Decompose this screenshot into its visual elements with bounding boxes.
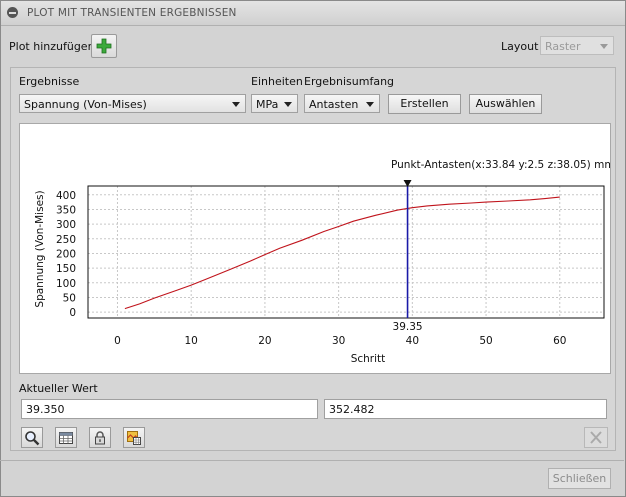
plus-icon xyxy=(96,38,112,54)
close-button[interactable]: Schließen xyxy=(548,468,611,489)
results-value: Spannung (Von-Mises) xyxy=(24,98,147,111)
stress-over-step-chart[interactable]: 39.35 0 10 20 30 40 50 60 0 50 100 150 200 250 300 35… xyxy=(20,124,615,373)
y-tick-label: 100 xyxy=(56,278,76,290)
y-tick-label: 200 xyxy=(56,248,76,260)
chart-area[interactable]: 39.35 0 10 20 30 40 50 60 0 50 100 150 200 250 300 35… xyxy=(19,123,615,374)
current-y-value: 352.482 xyxy=(329,403,375,416)
export-image-icon xyxy=(127,431,141,445)
plot-frame xyxy=(87,185,605,319)
dialog-title: PLOT MIT TRANSIENTEN ERGEBNISSEN xyxy=(27,7,237,19)
current-x-field[interactable]: 39.350 xyxy=(21,399,318,419)
chevron-down-icon xyxy=(600,44,608,49)
collapse-icon[interactable] xyxy=(7,7,18,18)
export-button[interactable] xyxy=(123,427,145,448)
scope-select[interactable]: Antasten xyxy=(304,94,380,113)
x-tick-label: 40 xyxy=(406,335,419,347)
footer-separator xyxy=(0,460,624,461)
magnifier-icon xyxy=(25,431,40,446)
current-value-label: Aktueller Wert xyxy=(19,382,98,395)
table-button[interactable] xyxy=(55,427,77,448)
x-tick-label: 50 xyxy=(479,335,492,347)
y-tick-label: 50 xyxy=(63,292,76,304)
add-plot-button[interactable] xyxy=(91,34,117,58)
units-label: Einheiten xyxy=(251,75,303,88)
scope-value: Antasten xyxy=(309,98,359,111)
results-select[interactable]: Spannung (Von-Mises) xyxy=(19,94,246,113)
lock-icon xyxy=(95,431,105,445)
y-tick-label: 0 xyxy=(69,307,76,319)
units-value: MPa xyxy=(256,98,279,111)
chevron-down-icon xyxy=(366,102,374,107)
create-button[interactable]: Erstellen xyxy=(388,94,461,114)
probe-annotation: Punkt-Antasten(x:33.84 y:2.5 z:38.05) mm xyxy=(391,159,610,171)
zoom-button[interactable] xyxy=(21,427,43,448)
scope-label: Ergebnisumfang xyxy=(304,75,395,88)
remove-plot-button[interactable] xyxy=(584,427,608,448)
table-icon xyxy=(59,432,73,444)
y-tick-label: 150 xyxy=(56,263,76,275)
layout-value: Raster xyxy=(545,40,581,53)
layout-select[interactable]: Raster xyxy=(540,36,614,55)
close-icon xyxy=(590,431,602,444)
current-y-field[interactable]: 352.482 xyxy=(324,399,607,419)
units-select[interactable]: MPa xyxy=(251,94,298,113)
chevron-down-icon xyxy=(284,102,292,107)
layout-label: Layout xyxy=(501,40,539,53)
y-tick-label: 250 xyxy=(56,234,76,246)
series-line xyxy=(124,196,560,310)
x-tick-label: 60 xyxy=(553,335,566,347)
y-axis-label: Spannung (Von-Mises) xyxy=(34,190,46,307)
x-axis-label: Schritt xyxy=(351,353,386,365)
cursor-value-label: 39.35 xyxy=(393,321,423,333)
y-tick-label: 400 xyxy=(56,190,76,202)
title-bar: PLOT MIT TRANSIENTEN ERGEBNISSEN xyxy=(1,1,625,26)
x-tick-label: 20 xyxy=(258,335,271,347)
y-tick-label: 350 xyxy=(56,204,76,216)
lock-button[interactable] xyxy=(89,427,111,448)
x-tick-label: 0 xyxy=(114,335,121,347)
chevron-down-icon xyxy=(232,102,240,107)
y-tick-label: 300 xyxy=(56,219,76,231)
results-label: Ergebnisse xyxy=(19,75,80,88)
current-x-value: 39.350 xyxy=(26,403,65,416)
x-tick-label: 30 xyxy=(332,335,345,347)
add-plot-label: Plot hinzufügen xyxy=(9,40,95,53)
x-tick-label: 10 xyxy=(185,335,198,347)
select-button[interactable]: Auswählen xyxy=(469,94,542,114)
